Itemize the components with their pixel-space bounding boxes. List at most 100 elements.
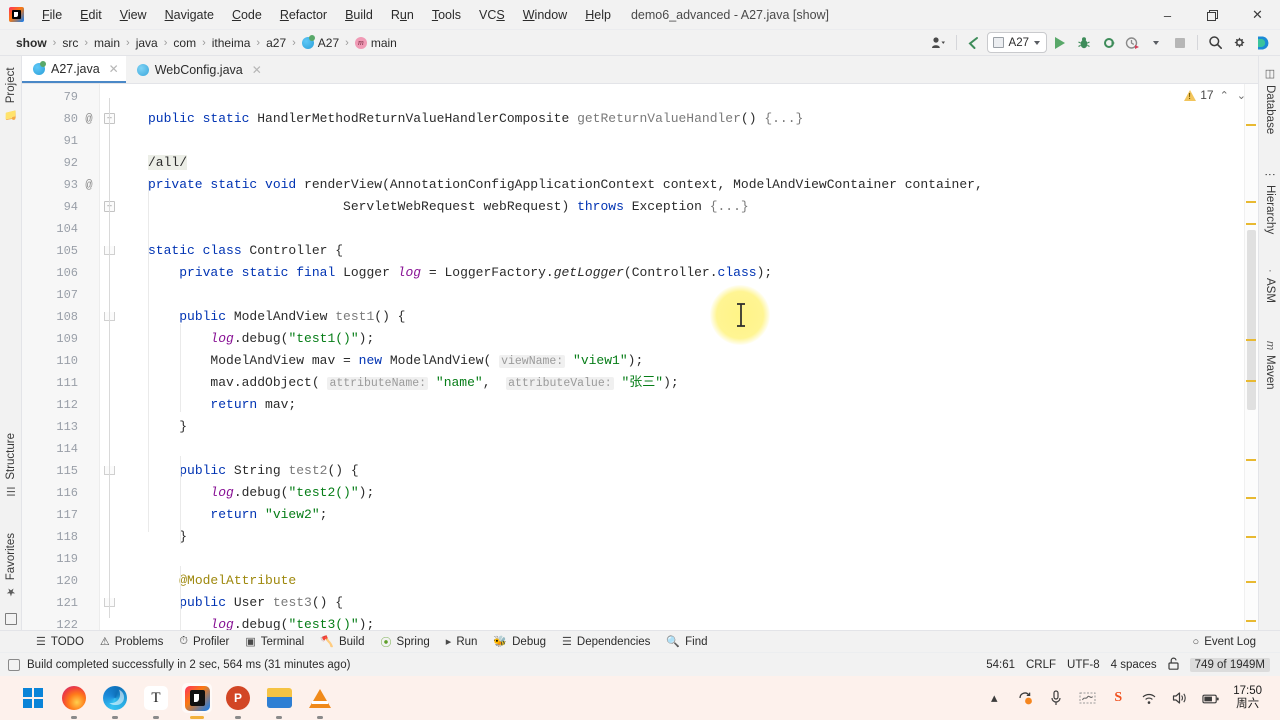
- lock-icon[interactable]: [1168, 657, 1179, 673]
- minimize-button[interactable]: –: [1145, 0, 1190, 30]
- taskbar-edge[interactable]: [100, 683, 130, 719]
- line-separator[interactable]: CRLF: [1026, 659, 1056, 671]
- run-button[interactable]: [1049, 32, 1071, 53]
- breadcrumb-main[interactable]: main: [89, 35, 125, 51]
- search-everywhere-button[interactable]: [1204, 32, 1226, 53]
- menu-code[interactable]: Code: [223, 5, 271, 25]
- back-button[interactable]: [963, 32, 985, 53]
- menu-view[interactable]: View: [111, 5, 156, 25]
- code-line[interactable]: ModelAndView mav = new ModelAndView( vie…: [148, 350, 643, 372]
- taskbar-intellij-idea[interactable]: [182, 683, 212, 719]
- code-line[interactable]: private static final Logger log = Logger…: [148, 262, 772, 284]
- code-editor[interactable]: ++ public static HandlerMethodReturnValu…: [22, 84, 1258, 630]
- code-line[interactable]: log.debug("test3()");: [148, 614, 374, 630]
- tool-button-find[interactable]: 🔍 Find: [658, 633, 715, 650]
- code-line[interactable]: public User test3() {: [148, 592, 343, 614]
- code-line[interactable]: return mav;: [148, 394, 296, 416]
- volume-icon[interactable]: [1171, 689, 1189, 707]
- file-encoding[interactable]: UTF-8: [1067, 659, 1100, 671]
- breadcrumb-com[interactable]: com: [168, 35, 201, 51]
- breadcrumb-a27[interactable]: a27: [261, 35, 291, 51]
- tool-button-problems[interactable]: ⚠ Problems: [92, 633, 171, 650]
- microphone-icon[interactable]: [1047, 689, 1065, 707]
- next-highlight-icon[interactable]: ⌄: [1235, 89, 1248, 102]
- menu-run[interactable]: Run: [382, 5, 423, 25]
- sidebar-item-maven[interactable]: m Maven: [1259, 336, 1280, 395]
- tool-button-spring[interactable]: ⦿ Spring: [373, 632, 438, 652]
- tool-button-terminal[interactable]: ▣ Terminal: [237, 633, 312, 650]
- sidebar-item-favorites[interactable]: ★ Favorites: [0, 528, 22, 603]
- tool-button-dependencies[interactable]: ☰ Dependencies: [554, 633, 658, 650]
- debug-button[interactable]: [1073, 32, 1095, 53]
- inspections-widget[interactable]: 17 ⌃ ⌄: [1184, 88, 1248, 102]
- warning-marker[interactable]: [1246, 223, 1256, 225]
- handwriting-input-icon[interactable]: [1078, 689, 1096, 707]
- code-line[interactable]: public static HandlerMethodReturnValueHa…: [148, 108, 803, 130]
- tool-button-todo[interactable]: ☰ TODO: [28, 633, 92, 650]
- taskbar-firefox[interactable]: [59, 683, 89, 719]
- taskbar-vlc[interactable]: [305, 683, 335, 719]
- menu-vcs[interactable]: VCS: [470, 5, 514, 25]
- sidebar-item-hierarchy[interactable]: ⋮ Hierarchy: [1259, 164, 1280, 239]
- memory-indicator[interactable]: 749 of 1949M: [1189, 657, 1270, 672]
- breadcrumb-src[interactable]: src: [57, 35, 83, 51]
- warning-marker[interactable]: [1246, 536, 1256, 538]
- taskbar-typora[interactable]: T: [141, 683, 171, 719]
- settings-button[interactable]: [1228, 32, 1250, 53]
- tool-button-build[interactable]: 🪓 Build: [312, 633, 372, 650]
- menu-refactor[interactable]: Refactor: [271, 5, 336, 25]
- code-line[interactable]: /all/: [148, 152, 188, 174]
- code-line[interactable]: }: [148, 416, 187, 438]
- code-text-area[interactable]: public static HandlerMethodReturnValueHa…: [126, 84, 1258, 630]
- network-icon[interactable]: [1140, 689, 1158, 707]
- previous-highlight-icon[interactable]: ⌃: [1218, 89, 1231, 102]
- run-configuration-selector[interactable]: A27: [986, 32, 1047, 53]
- code-line[interactable]: log.debug("test2()");: [148, 482, 374, 504]
- run-with-coverage-button[interactable]: [1097, 32, 1119, 53]
- tab-webconfig-java[interactable]: WebConfig.java ✕: [126, 56, 269, 83]
- hide-tool-windows-icon[interactable]: [5, 613, 17, 625]
- sidebar-item-structure[interactable]: ☰ Structure: [0, 428, 22, 503]
- tool-button-run[interactable]: ▸ Run: [438, 633, 486, 650]
- stop-button-dropdown[interactable]: [1145, 32, 1167, 53]
- taskbar-powerpoint[interactable]: [223, 683, 253, 719]
- tool-button-event-log[interactable]: ○ Event Log: [1185, 634, 1264, 650]
- caret-position[interactable]: 54:61: [986, 659, 1015, 671]
- code-line[interactable]: }: [148, 526, 187, 548]
- menu-bar[interactable]: File Edit View Navigate Code Refactor Bu…: [33, 5, 620, 25]
- warning-marker[interactable]: [1246, 497, 1256, 499]
- sidebar-item-database[interactable]: ◫ Database: [1259, 62, 1280, 139]
- close-button[interactable]: ✕: [1235, 0, 1280, 30]
- battery-icon[interactable]: [1202, 689, 1220, 707]
- tool-button-debug[interactable]: 🐝 Debug: [485, 633, 554, 650]
- code-line[interactable]: log.debug("test1()");: [148, 328, 374, 350]
- fold-column[interactable]: ++: [100, 84, 126, 630]
- ai-assistant-button[interactable]: [1252, 32, 1274, 53]
- tool-button-profiler[interactable]: ⏱ Profiler: [171, 633, 237, 650]
- code-line[interactable]: ServletWebRequest webRequest) throws Exc…: [148, 196, 749, 218]
- code-line[interactable]: @ModelAttribute: [148, 570, 296, 592]
- menu-window[interactable]: Window: [514, 5, 576, 25]
- code-line[interactable]: return "view2";: [148, 504, 327, 526]
- warning-marker[interactable]: [1246, 201, 1256, 203]
- menu-build[interactable]: Build: [336, 5, 382, 25]
- tab-a27-java[interactable]: A27.java ✕: [22, 56, 126, 83]
- close-icon[interactable]: ✕: [109, 62, 119, 76]
- warning-marker[interactable]: [1246, 581, 1256, 583]
- close-icon[interactable]: ✕: [252, 63, 262, 77]
- menu-edit[interactable]: Edit: [71, 5, 111, 25]
- code-line[interactable]: public ModelAndView test1() {: [148, 306, 405, 328]
- taskbar-file-explorer[interactable]: [264, 683, 294, 719]
- start-button[interactable]: [18, 683, 48, 713]
- gutter-annotation-icon[interactable]: @: [82, 174, 96, 196]
- profile-dropdown-button[interactable]: [928, 32, 950, 53]
- breadcrumb-class-a27[interactable]: A27: [297, 34, 344, 51]
- show-hidden-icons-button[interactable]: ▴: [985, 689, 1003, 707]
- warning-marker[interactable]: [1246, 339, 1256, 341]
- breadcrumb-java[interactable]: java: [131, 35, 163, 51]
- sidebar-item-project[interactable]: 📁 Project: [0, 62, 22, 126]
- breadcrumb-itheima[interactable]: itheima: [207, 35, 256, 51]
- sidebar-item-asm[interactable]: · ASM: [1259, 264, 1280, 308]
- editor-scrollbar[interactable]: [1244, 84, 1258, 630]
- menu-help[interactable]: Help: [576, 5, 620, 25]
